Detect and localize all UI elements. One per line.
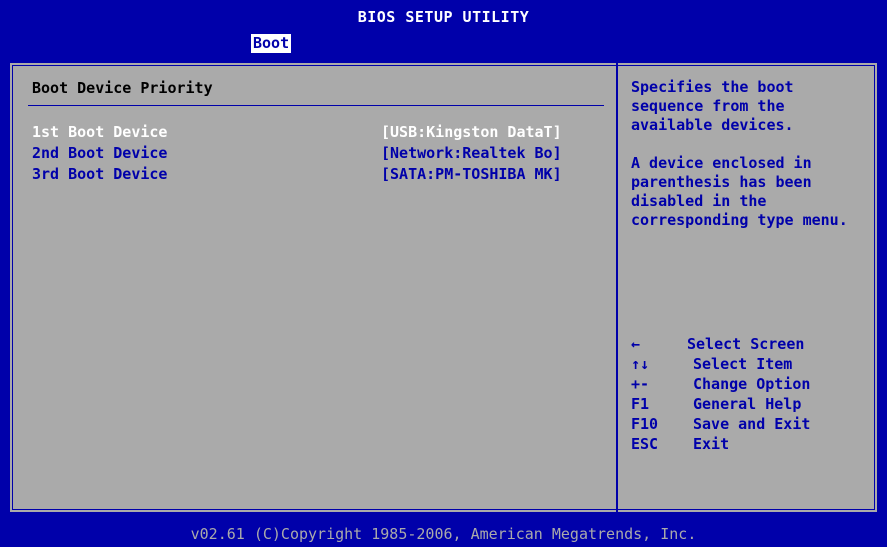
help-text: Specifies the boot sequence from the ava…: [631, 78, 867, 249]
key-legend-row: ESC Exit: [631, 434, 871, 454]
boot-device-1[interactable]: 1st Boot Device [USB:Kingston DataT]: [32, 122, 602, 143]
boot-device-value[interactable]: [SATA:PM-TOSHIBA MK]: [381, 164, 562, 185]
help-paragraph-1: Specifies the boot sequence from the ava…: [631, 78, 794, 134]
bios-screen: BIOS SETUP UTILITY Boot Boot Device Prio…: [0, 0, 887, 547]
boot-device-label: 2nd Boot Device: [32, 144, 168, 162]
section-rule: [28, 105, 604, 106]
key-f10: F10: [631, 415, 659, 433]
copyright-footer: v02.61 (C)Copyright 1985-2006, American …: [190, 525, 697, 543]
boot-device-value[interactable]: [USB:Kingston DataT]: [381, 122, 562, 143]
key-desc: Change Option: [693, 375, 811, 393]
arrow-up-down-icon: ↑↓: [631, 355, 650, 373]
tab-bar: Boot: [0, 32, 887, 55]
boot-device-label: 3rd Boot Device: [32, 165, 168, 183]
key-legend: ← Select Screen ↑↓ Select Item +- Change…: [631, 334, 871, 454]
section-title: Boot Device Priority: [32, 79, 213, 97]
boot-device-3[interactable]: 3rd Boot Device [SATA:PM-TOSHIBA MK]: [32, 164, 602, 185]
help-paragraph-2: A device enclosed in parenthesis has bee…: [631, 154, 848, 229]
key-desc: Select Item: [693, 355, 793, 373]
boot-device-label: 1st Boot Device: [32, 123, 168, 141]
tab-boot[interactable]: Boot: [251, 34, 292, 53]
key-desc: General Help: [693, 395, 802, 413]
key-desc: Exit: [693, 435, 730, 453]
boot-device-2[interactable]: 2nd Boot Device [Network:Realtek Bo]: [32, 143, 602, 164]
boot-device-value[interactable]: [Network:Realtek Bo]: [381, 143, 562, 164]
key-legend-row: F10 Save and Exit: [631, 414, 871, 434]
key-legend-row: +- Change Option: [631, 374, 871, 394]
key-legend-row: F1 General Help: [631, 394, 871, 414]
key-esc: ESC: [631, 435, 659, 453]
key-desc: Save and Exit: [693, 415, 811, 433]
key-legend-row: ← Select Screen: [631, 334, 871, 354]
key-desc: Select Screen: [687, 335, 805, 353]
plus-minus-icon: +-: [631, 375, 650, 393]
key-legend-row: ↑↓ Select Item: [631, 354, 871, 374]
main-panel: Boot Device Priority 1st Boot Device [US…: [8, 61, 879, 514]
title-bar: BIOS SETUP UTILITY: [357, 8, 530, 26]
arrow-left-right-icon: ←: [631, 335, 641, 353]
panel-divider: [616, 63, 618, 512]
key-f1: F1: [631, 395, 650, 413]
